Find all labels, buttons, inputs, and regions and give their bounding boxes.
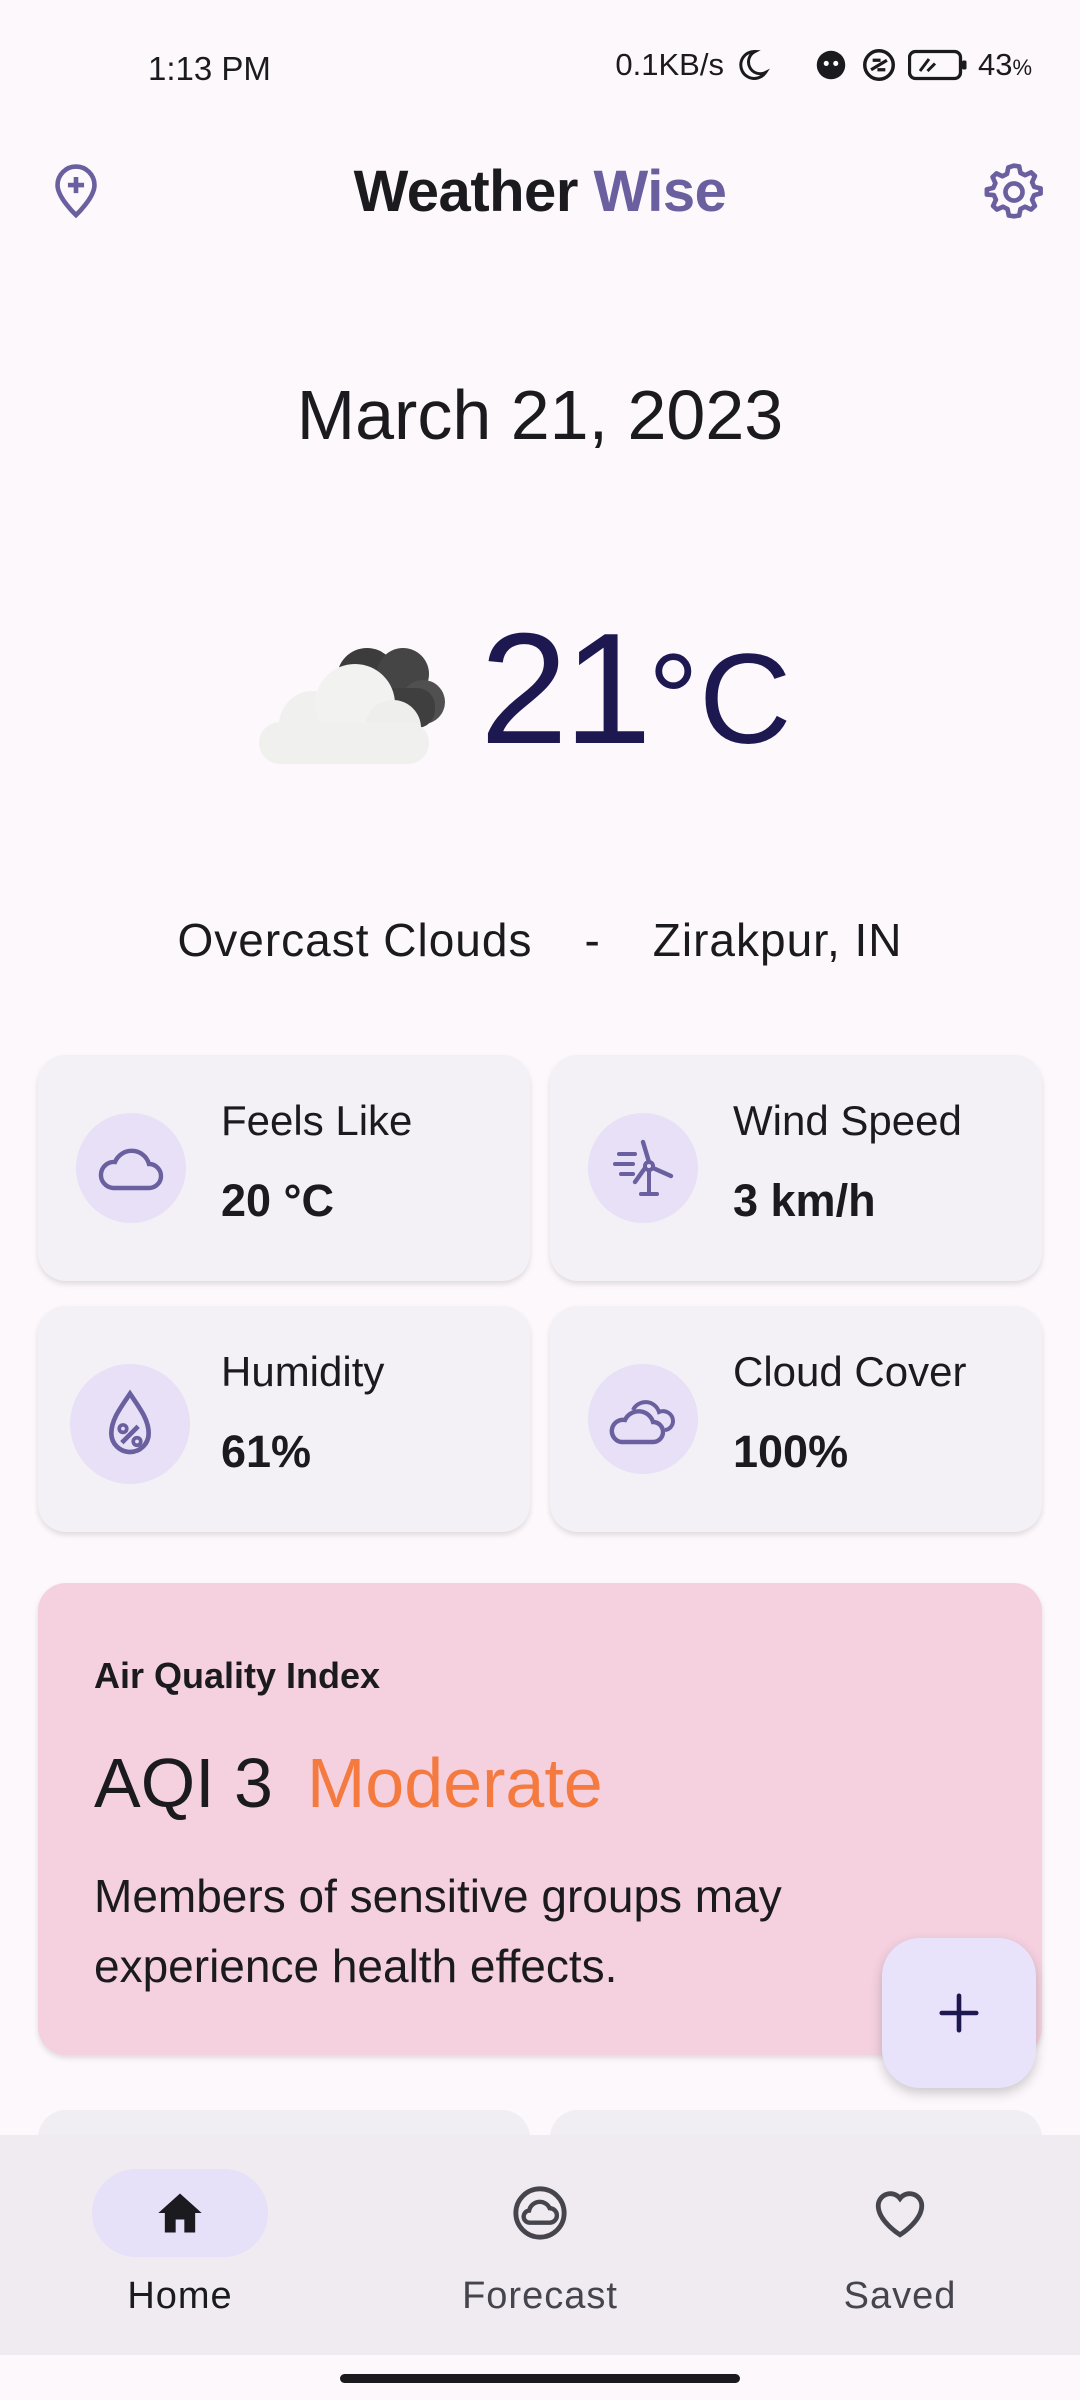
nav-forecast-indicator <box>452 2169 628 2257</box>
nav-label: Forecast <box>462 2275 618 2317</box>
aqi-description: Members of sensitive groups may experien… <box>94 1870 782 1992</box>
sync-icon <box>860 46 898 84</box>
aqi-heading: Air Quality Index <box>94 1655 381 1696</box>
humidity-drop-icon <box>70 1364 190 1484</box>
nav-home[interactable]: Home <box>30 2169 330 2318</box>
aqi-level: Moderate <box>306 1744 603 1822</box>
temperature-unit: °C <box>647 628 792 771</box>
bottom-navigation: Home Forecast Saved <box>0 2135 1080 2355</box>
plus-icon <box>939 1993 979 2033</box>
heart-icon <box>875 2191 925 2238</box>
battery-level: 43% <box>978 47 1032 83</box>
stat-value: 61% <box>221 1426 312 1477</box>
wind-speed-card: Wind Speed 3 km/h <box>550 1055 1042 1281</box>
moon-icon <box>734 47 770 83</box>
nav-home-indicator <box>92 2169 268 2257</box>
aqi-value: AQI 3 <box>94 1744 273 1822</box>
app-title-part2: Wise <box>593 159 727 224</box>
nav-label: Home <box>127 2275 233 2317</box>
current-temperature: 21°C <box>480 610 791 768</box>
battery-percent: 43 <box>977 47 1013 82</box>
stat-label: Humidity <box>221 1348 385 1395</box>
overcast-cloud-icon <box>255 630 455 770</box>
feels-like-card: Feels Like 20 °C <box>38 1055 530 1281</box>
stat-value: 3 km/h <box>733 1175 876 1226</box>
settings-button[interactable] <box>974 152 1054 232</box>
location-name: Zirakpur, IN <box>652 914 903 966</box>
nav-label: Saved <box>843 2275 957 2317</box>
app-title: Weather Wise <box>0 158 1080 225</box>
cloud-icon <box>76 1113 186 1223</box>
network-speed: 0.1KB/s <box>615 47 724 82</box>
forecast-icon <box>513 2186 567 2240</box>
condition-location-row: Overcast Clouds - Zirakpur, IN <box>0 913 1080 967</box>
humidity-card: Humidity 61% <box>38 1306 530 1532</box>
status-time: 1:13 PM <box>148 50 271 87</box>
add-fab-button[interactable] <box>882 1938 1036 2088</box>
wind-turbine-icon <box>588 1113 698 1223</box>
status-icons: 0.1KB/s 43% <box>615 46 1032 84</box>
gesture-bar[interactable] <box>340 2374 740 2383</box>
stat-value: 100% <box>733 1426 849 1477</box>
nav-saved[interactable]: Saved <box>750 2169 1050 2318</box>
nav-saved-indicator <box>812 2169 988 2257</box>
clouds-icon <box>588 1364 698 1474</box>
app-notification-icon <box>812 46 850 84</box>
temperature-value: 21 <box>480 601 652 777</box>
home-icon <box>158 2193 202 2233</box>
stat-value: 20 °C <box>221 1175 335 1226</box>
separator: - <box>584 914 601 966</box>
weather-condition: Overcast Clouds <box>177 914 533 966</box>
current-date: March 21, 2023 <box>296 376 784 454</box>
stat-label: Feels Like <box>221 1097 413 1144</box>
cloud-cover-card: Cloud Cover 100% <box>550 1306 1042 1532</box>
aqi-row: AQI 3 Moderate <box>94 1743 603 1823</box>
stat-label: Wind Speed <box>733 1097 962 1144</box>
battery-unit: % <box>1012 55 1032 80</box>
battery-icon <box>907 47 968 83</box>
nav-forecast[interactable]: Forecast <box>390 2169 690 2318</box>
app-title-part1: Weather <box>353 159 579 224</box>
gear-icon <box>984 163 1043 219</box>
stat-label: Cloud Cover <box>733 1348 967 1395</box>
